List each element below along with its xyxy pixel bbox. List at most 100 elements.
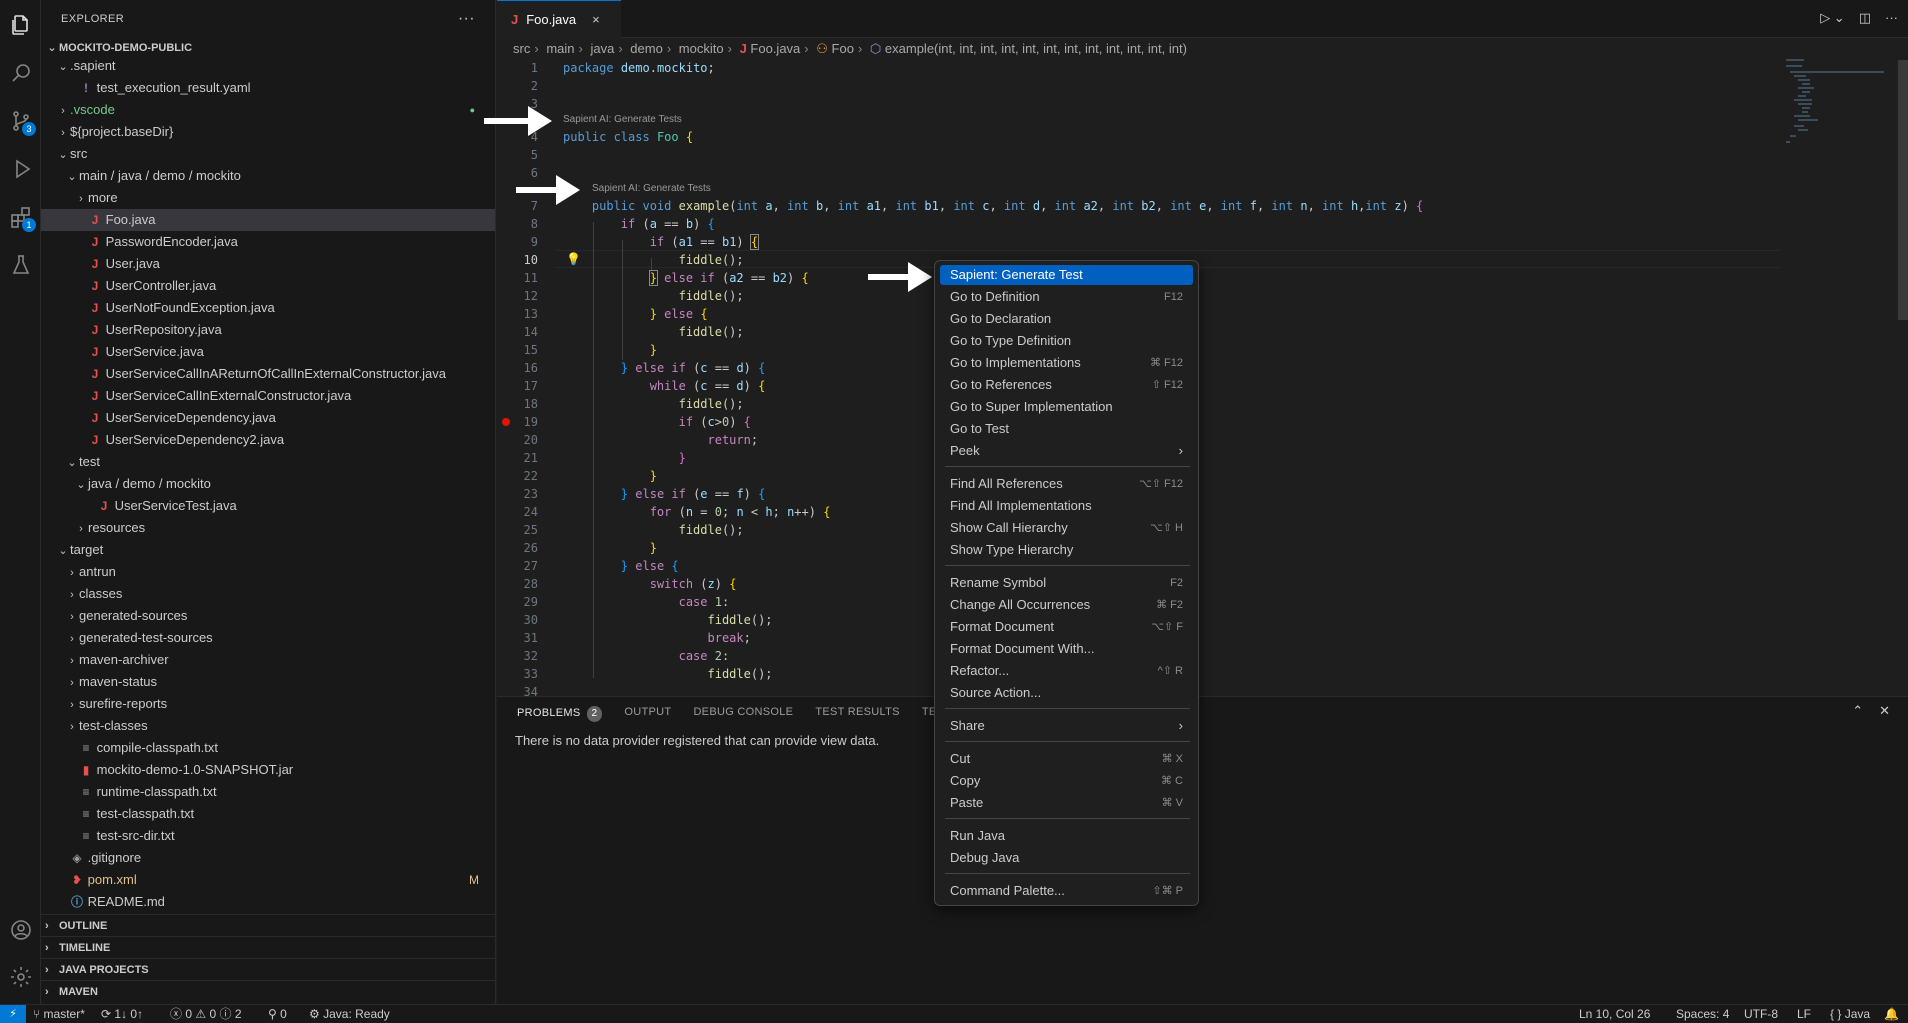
crumb-mockito[interactable]: mockito — [679, 41, 724, 56]
menu-item-go-to-implementations[interactable]: Go to Implementations ⌘ F12 — [940, 353, 1193, 373]
account-icon[interactable] — [6, 915, 36, 945]
tree-item[interactable]: J UserServiceCallInAReturnOfCallInExtern… — [41, 363, 495, 385]
menu-item-find-all-references[interactable]: Find All References ⌥⇧ F12 — [940, 474, 1193, 494]
crumb-method[interactable]: example(int, int, int, int, int, int, in… — [885, 41, 1187, 56]
tree-item[interactable]: ⌄ .sapient — [41, 55, 495, 77]
cursor-position[interactable]: Ln 10, Col 26 — [1579, 1005, 1650, 1023]
close-tab-icon[interactable]: × — [592, 12, 600, 27]
menu-item-go-to-super-implementation[interactable]: Go to Super Implementation — [940, 397, 1193, 417]
menu-item-debug-java[interactable]: Debug Java — [940, 848, 1193, 868]
more-actions-icon[interactable]: ··· — [458, 10, 475, 28]
menu-item-change-all-occurrences[interactable]: Change All Occurrences ⌘ F2 — [940, 595, 1193, 615]
tree-item[interactable]: ⌄ java / demo / mockito — [41, 473, 495, 495]
tree-item[interactable]: J PasswordEncoder.java — [41, 231, 495, 253]
tree-item[interactable]: ▮ mockito-demo-1.0-SNAPSHOT.jar — [41, 759, 495, 781]
section-outline[interactable]: › OUTLINE — [41, 914, 495, 936]
menu-item-go-to-declaration[interactable]: Go to Declaration — [940, 309, 1193, 329]
extensions-icon[interactable]: 1 — [6, 202, 36, 232]
search-icon[interactable] — [6, 58, 36, 88]
tree-item[interactable]: ≡ test-classpath.txt — [41, 803, 495, 825]
sapient-lens-method[interactable]: Sapient AI: Generate Tests — [592, 183, 711, 194]
crumb-main[interactable]: main — [546, 41, 574, 56]
explorer-icon[interactable] — [6, 10, 36, 40]
run-icon[interactable]: ▷ ⌄ — [1820, 10, 1845, 26]
eol-status[interactable]: LF — [1797, 1005, 1811, 1023]
remote-indicator-icon[interactable]: ⚡ — [0, 1005, 26, 1023]
indentation-status[interactable]: Spaces: 4 — [1676, 1005, 1729, 1023]
settings-gear-icon[interactable] — [6, 962, 36, 992]
crumb-src[interactable]: src — [513, 41, 530, 56]
sapient-lens-class[interactable]: Sapient AI: Generate Tests — [563, 114, 682, 125]
menu-item-sapient-generate-test[interactable]: Sapient: Generate Test — [940, 265, 1193, 285]
close-panel-icon[interactable]: ✕ — [1879, 703, 1890, 719]
tree-item[interactable]: › surefire-reports — [41, 693, 495, 715]
tree-item[interactable]: ⌄ test — [41, 451, 495, 473]
tree-item[interactable]: › ${project.baseDir} — [41, 121, 495, 143]
tree-item[interactable]: J UserService.java — [41, 341, 495, 363]
tree-item[interactable]: › maven-status — [41, 671, 495, 693]
section-maven[interactable]: › MAVEN — [41, 980, 495, 1002]
tree-item[interactable]: › test-classes — [41, 715, 495, 737]
tree-item[interactable]: › generated-test-sources — [41, 627, 495, 649]
menu-item-find-all-implementations[interactable]: Find All Implementations — [940, 496, 1193, 516]
tree-item[interactable]: J UserServiceDependency2.java — [41, 429, 495, 451]
tree-item[interactable]: ◈ .gitignore — [41, 847, 495, 869]
menu-item-share[interactable]: Share › — [940, 716, 1193, 736]
crumb-java[interactable]: java — [590, 41, 614, 56]
notifications-bell-icon[interactable]: 🔔 — [1884, 1005, 1899, 1023]
tab-foo-java[interactable]: J Foo.java × — [497, 0, 621, 38]
tree-item[interactable]: J UserServiceCallInExternalConstructor.j… — [41, 385, 495, 407]
menu-item-format-document-with[interactable]: Format Document With... — [940, 639, 1193, 659]
menu-item-go-to-type-definition[interactable]: Go to Type Definition — [940, 331, 1193, 351]
tree-item[interactable]: › antrun — [41, 561, 495, 583]
editor-scrollbar[interactable] — [1898, 60, 1908, 320]
menu-item-rename-symbol[interactable]: Rename Symbol F2 — [940, 573, 1193, 593]
tree-item[interactable]: J Foo.java — [41, 209, 495, 231]
menu-item-command-palette[interactable]: Command Palette... ⇧⌘ P — [940, 881, 1193, 901]
tree-item[interactable]: J UserRepository.java — [41, 319, 495, 341]
tree-item[interactable]: › classes — [41, 583, 495, 605]
tree-item[interactable]: J UserController.java — [41, 275, 495, 297]
tree-item[interactable]: › .vscode ● — [41, 99, 495, 121]
menu-item-source-action[interactable]: Source Action... — [940, 683, 1193, 703]
menu-item-refactor[interactable]: Refactor... ^⇧ R — [940, 661, 1193, 681]
maximize-panel-icon[interactable]: ⌃ — [1852, 703, 1863, 719]
language-status[interactable]: { } Java — [1830, 1005, 1870, 1023]
tree-item[interactable]: › more — [41, 187, 495, 209]
tree-item[interactable]: › generated-sources — [41, 605, 495, 627]
sync-status[interactable]: ⟳ 1↓ 0↑ — [101, 1005, 143, 1023]
section-timeline[interactable]: › TIMELINE — [41, 936, 495, 958]
minimap[interactable] — [1784, 56, 1894, 166]
tree-item[interactable]: ⓘ README.md — [41, 891, 495, 913]
java-status[interactable]: ⚙ Java: Ready — [309, 1005, 390, 1023]
crumb-demo[interactable]: demo — [630, 41, 663, 56]
tab-output[interactable]: OUTPUT — [624, 706, 671, 722]
tree-item[interactable]: J UserServiceTest.java — [41, 495, 495, 517]
menu-item-cut[interactable]: Cut ⌘ X — [940, 749, 1193, 769]
menu-item-copy[interactable]: Copy ⌘ C — [940, 771, 1193, 791]
menu-item-show-call-hierarchy[interactable]: Show Call Hierarchy ⌥⇧ H — [940, 518, 1193, 538]
tree-item[interactable]: ⌄ src — [41, 143, 495, 165]
problems-status[interactable]: ⓧ 0 ⚠ 0 ⓘ 2 — [170, 1005, 242, 1023]
tab-debug-console[interactable]: DEBUG CONSOLE — [693, 706, 793, 722]
tree-item[interactable]: › resources — [41, 517, 495, 539]
more-editor-actions-icon[interactable]: ··· — [1885, 10, 1898, 26]
tree-item[interactable]: J User.java — [41, 253, 495, 275]
tree-item[interactable]: › maven-archiver — [41, 649, 495, 671]
tree-item[interactable]: J UserServiceDependency.java — [41, 407, 495, 429]
tree-item[interactable]: ≡ test-src-dir.txt — [41, 825, 495, 847]
tree-item[interactable]: ⌄ target — [41, 539, 495, 561]
menu-item-show-type-hierarchy[interactable]: Show Type Hierarchy — [940, 540, 1193, 560]
tab-problems[interactable]: PROBLEMS 2 — [517, 706, 603, 722]
encoding-status[interactable]: UTF-8 — [1744, 1005, 1778, 1023]
menu-item-go-to-definition[interactable]: Go to Definition F12 — [940, 287, 1193, 307]
crumb-class[interactable]: Foo — [832, 41, 854, 56]
menu-item-paste[interactable]: Paste ⌘ V — [940, 793, 1193, 813]
tree-item[interactable]: J UserNotFoundException.java — [41, 297, 495, 319]
tree-item[interactable]: ≡ runtime-classpath.txt — [41, 781, 495, 803]
split-editor-icon[interactable]: ◫ — [1859, 10, 1871, 26]
section-java-projects[interactable]: › JAVA PROJECTS — [41, 958, 495, 980]
ports-status[interactable]: ⚲ 0 — [268, 1005, 287, 1023]
crumb-file[interactable]: Foo.java — [750, 41, 800, 56]
menu-item-peek[interactable]: Peek › — [940, 441, 1193, 461]
